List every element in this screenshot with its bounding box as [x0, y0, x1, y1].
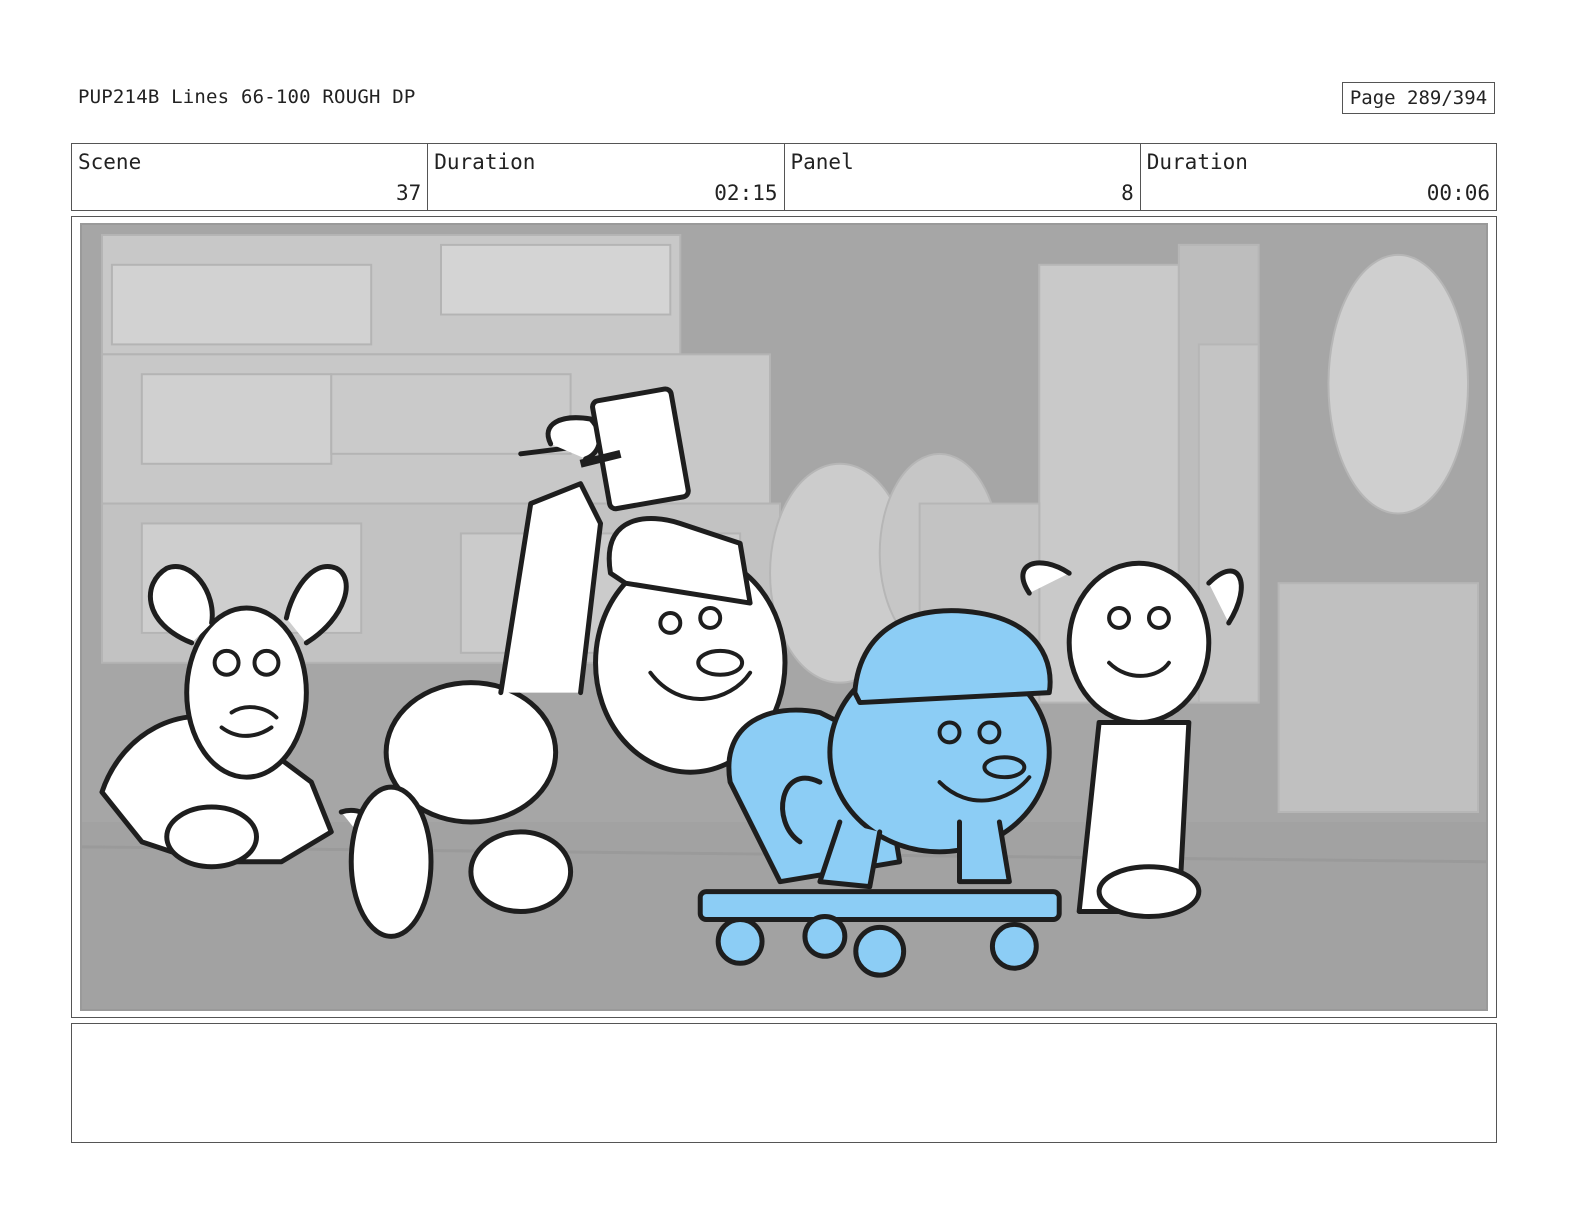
scene-label: Scene	[78, 150, 142, 174]
panel-duration-value: 00:06	[1426, 181, 1490, 205]
panel-artwork	[80, 223, 1488, 1011]
panel-label: Panel	[790, 150, 854, 174]
scene-duration-cell: Duration 02:15	[428, 144, 785, 210]
panel-cell: Panel 8	[785, 144, 1141, 210]
scene-duration-label: Duration	[434, 150, 536, 174]
notes-box	[71, 1023, 1497, 1143]
panel-duration-label: Duration	[1146, 150, 1248, 174]
scene-value: 37	[395, 181, 422, 205]
storyboard-sketch	[82, 225, 1486, 1009]
panel-duration-cell: Duration 00:06	[1141, 144, 1496, 210]
storyboard-panel	[71, 216, 1497, 1018]
document-title: PUP214B Lines 66-100 ROUGH DP	[78, 86, 416, 108]
info-table: Scene 37 Duration 02:15 Panel 8 Duration…	[71, 143, 1497, 211]
panel-value: 8	[1121, 181, 1134, 205]
scene-cell: Scene 37	[72, 144, 429, 210]
scene-duration-value: 02:15	[714, 181, 778, 205]
page-number: Page 289/394	[1342, 82, 1495, 114]
